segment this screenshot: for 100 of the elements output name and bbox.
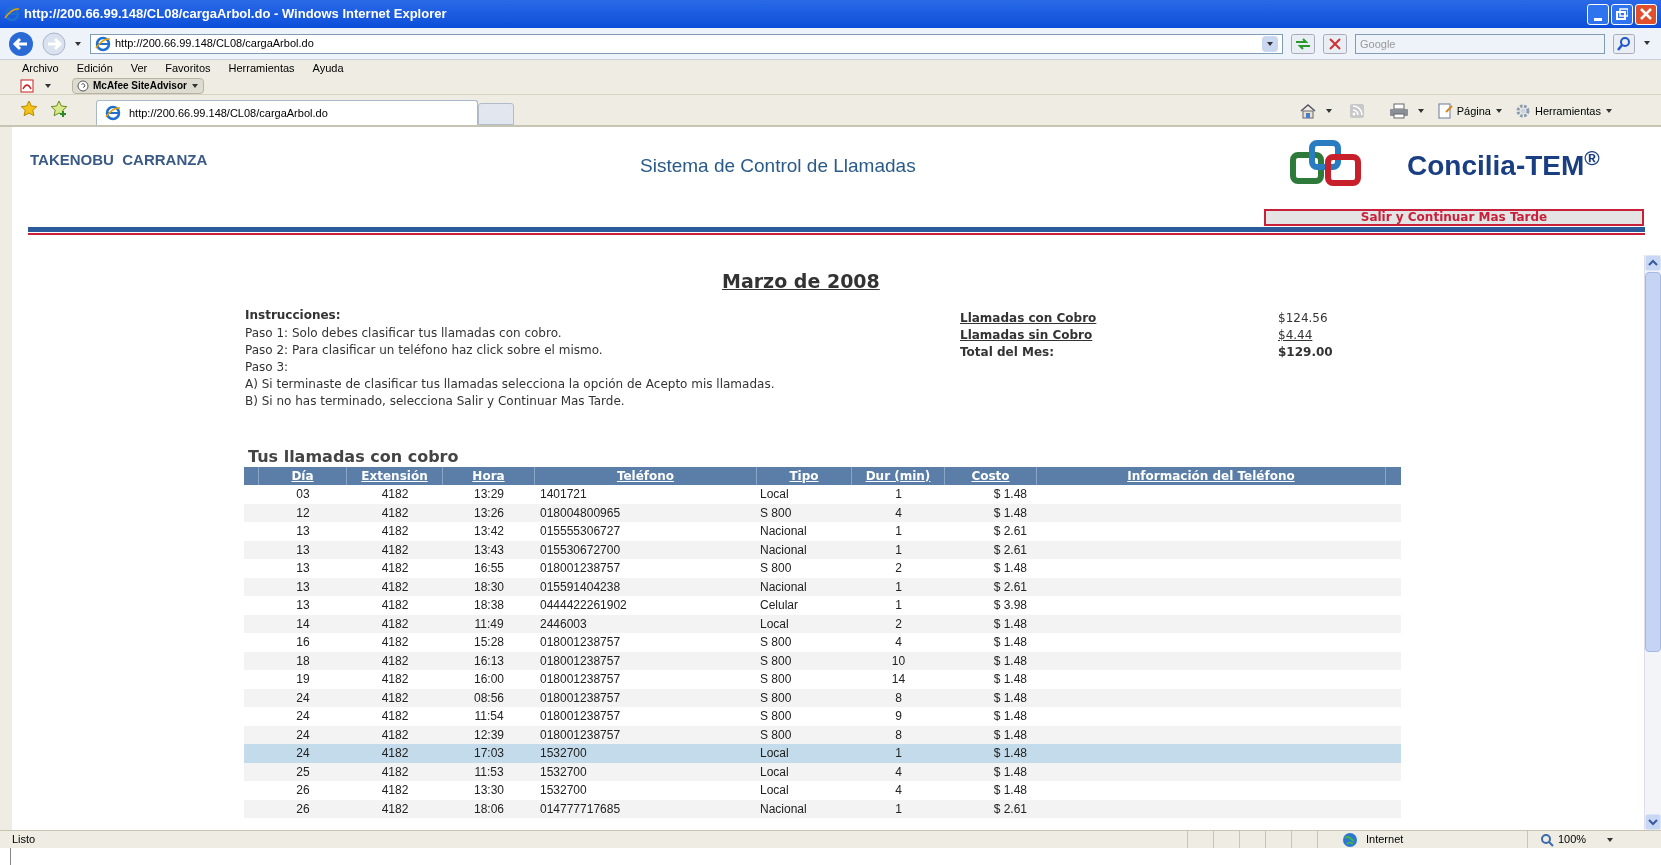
pdf-icon[interactable]: [20, 78, 36, 93]
table-cell-text: $ 1.48: [992, 726, 1028, 744]
dropdown-icon: [1606, 835, 1615, 844]
summary-link[interactable]: Llamadas con Cobro: [960, 310, 1278, 327]
menu-item[interactable]: Favoritos: [165, 60, 211, 77]
table-cell-text: Nacional: [759, 578, 808, 596]
search-icon[interactable]: [1613, 33, 1635, 54]
menu-item[interactable]: Edición: [76, 60, 113, 77]
table-cell-text: 16: [295, 634, 311, 652]
table-cell-text: 16:55: [473, 560, 505, 578]
table-cell-text: $ 1.48: [992, 745, 1028, 763]
table-row[interactable]: 24 4182 17:03 1532700 Local 1 $ 1.48: [244, 744, 1401, 763]
scroll-thumb[interactable]: [1645, 272, 1661, 652]
table-cell-text: 4182: [380, 708, 410, 726]
dropdown-icon[interactable]: [74, 39, 82, 48]
table-cell-text: 1532700: [539, 782, 588, 800]
help-icon: [77, 79, 89, 92]
favorites-star-icon[interactable]: [20, 100, 38, 118]
dropdown-icon[interactable]: [44, 81, 52, 90]
table-cell-text: 2446003: [539, 615, 588, 633]
table-cell-text: 16:13: [473, 652, 505, 670]
zone-text: Internet: [1366, 832, 1404, 848]
table-cell-text: 11:54: [473, 708, 505, 726]
table-cell-text: Nacional: [759, 523, 808, 541]
table-cell-text: 2: [894, 560, 903, 578]
table-cell-text: 16:00: [473, 671, 505, 689]
table-cell-text: 1: [894, 800, 903, 818]
minimize-button[interactable]: [1587, 3, 1609, 25]
table-cell-text: Celular: [759, 597, 799, 615]
table-cell-text: $ 1.48: [992, 689, 1028, 707]
table-cell-text: 4182: [380, 634, 410, 652]
table-cell-text: 014777717685: [539, 800, 622, 818]
printer-icon[interactable]: [1388, 102, 1409, 119]
dropdown-icon: [190, 81, 199, 90]
search-field[interactable]: Google: [1355, 33, 1605, 54]
summary-link[interactable]: Llamadas sin Cobro: [960, 327, 1278, 344]
table-cell-text: 13:43: [473, 541, 505, 559]
table-cell-text: 4182: [380, 541, 410, 559]
table-cell-text: 4182: [380, 504, 410, 522]
table-cell-text: 24: [295, 745, 311, 763]
table-cell-text: 12:39: [473, 726, 505, 744]
scrollbar[interactable]: [1644, 255, 1661, 830]
page-menu-button[interactable]: Página: [1436, 102, 1503, 119]
table-cell-text: $ 3.98: [992, 597, 1028, 615]
table-cell-text: 19: [295, 671, 311, 689]
address-field[interactable]: http://200.66.99.148/CL08/cargaArbol.do: [90, 33, 1283, 54]
table-cell-text: 4182: [380, 763, 410, 781]
table-cell-text: 17:03: [473, 745, 505, 763]
summary-label: Total del Mes:: [960, 344, 1055, 361]
table-cell-text: 03: [295, 486, 311, 504]
refresh-icon[interactable]: [1291, 33, 1315, 54]
table-cell-text: Local: [759, 486, 790, 504]
amount-text: $129.00: [1278, 344, 1333, 361]
table-cell-text: $ 1.48: [992, 615, 1028, 633]
dropdown-icon[interactable]: [1324, 106, 1333, 115]
menu-item[interactable]: Ayuda: [312, 60, 344, 77]
browser-tab[interactable]: http://200.66.99.148/CL08/cargaArbol.do: [96, 100, 478, 125]
table-cell-text: 1: [894, 597, 903, 615]
table-cell-text: 1: [894, 541, 903, 559]
restore-button[interactable]: [1611, 3, 1633, 25]
add-favorites-icon[interactable]: [50, 100, 68, 118]
table-cell-text: 25: [295, 763, 311, 781]
table-cell-text: 24: [295, 689, 311, 707]
table-cell-text: 4182: [380, 560, 410, 578]
close-button[interactable]: [1635, 3, 1657, 25]
table-cell-text: 4182: [380, 782, 410, 800]
table-cell-text: 018004800965: [539, 504, 622, 522]
dropdown-icon[interactable]: [1266, 39, 1274, 48]
dropdown-icon[interactable]: [1416, 106, 1425, 115]
table-cell-text: $ 1.48: [992, 671, 1028, 689]
home-icon[interactable]: [1298, 102, 1317, 119]
table-cell-text: 13:26: [473, 504, 505, 522]
gear-icon: [1514, 102, 1531, 119]
window-title: http://200.66.99.148/CL08/cargaArbol.do - Windows Internet Explorer: [24, 5, 448, 24]
scroll-up-icon[interactable]: [1645, 255, 1661, 271]
scroll-down-icon[interactable]: [1645, 814, 1661, 830]
table-cell-text: 13: [295, 523, 311, 541]
table-cell-text: 18: [295, 652, 311, 670]
table-cell-text: Nacional: [759, 800, 808, 818]
table-cell-text: 11:53: [473, 763, 505, 781]
instruction-text: Paso 1: Solo debes clasificar tus llamadas con cobro.: [245, 325, 563, 341]
exit-button[interactable]: Salir y Continuar Mas Tarde: [1264, 209, 1644, 226]
table-cell-text: 18:06: [473, 800, 505, 818]
table-cell-text: $ 1.48: [992, 504, 1028, 522]
tools-menu-button[interactable]: Herramientas: [1514, 102, 1613, 119]
siteadvisor-button[interactable]: McAfee SiteAdvisor: [72, 77, 204, 94]
table-cell-text: 4182: [380, 523, 410, 541]
linked-squares-logo: [1290, 139, 1362, 189]
table-cell-text: 11:49: [473, 615, 505, 633]
status-text: Listo: [11, 832, 37, 848]
amount-link[interactable]: $4.44: [1278, 327, 1333, 344]
menu-item[interactable]: Ver: [130, 60, 148, 77]
table-cell-text: 015591404238: [539, 578, 622, 596]
stop-icon[interactable]: [1323, 33, 1347, 54]
menu-item[interactable]: Archivo: [22, 60, 59, 77]
back-icon[interactable]: [8, 30, 34, 57]
menu-item[interactable]: Herramientas: [228, 60, 295, 77]
instruction-text: A) Si terminaste de clasificar tus llamadas selecciona la opción de Acepto mis llamadas.: [245, 376, 776, 392]
table-cell-text: $ 2.61: [992, 800, 1028, 818]
table-cell-text: S 800: [759, 726, 793, 744]
